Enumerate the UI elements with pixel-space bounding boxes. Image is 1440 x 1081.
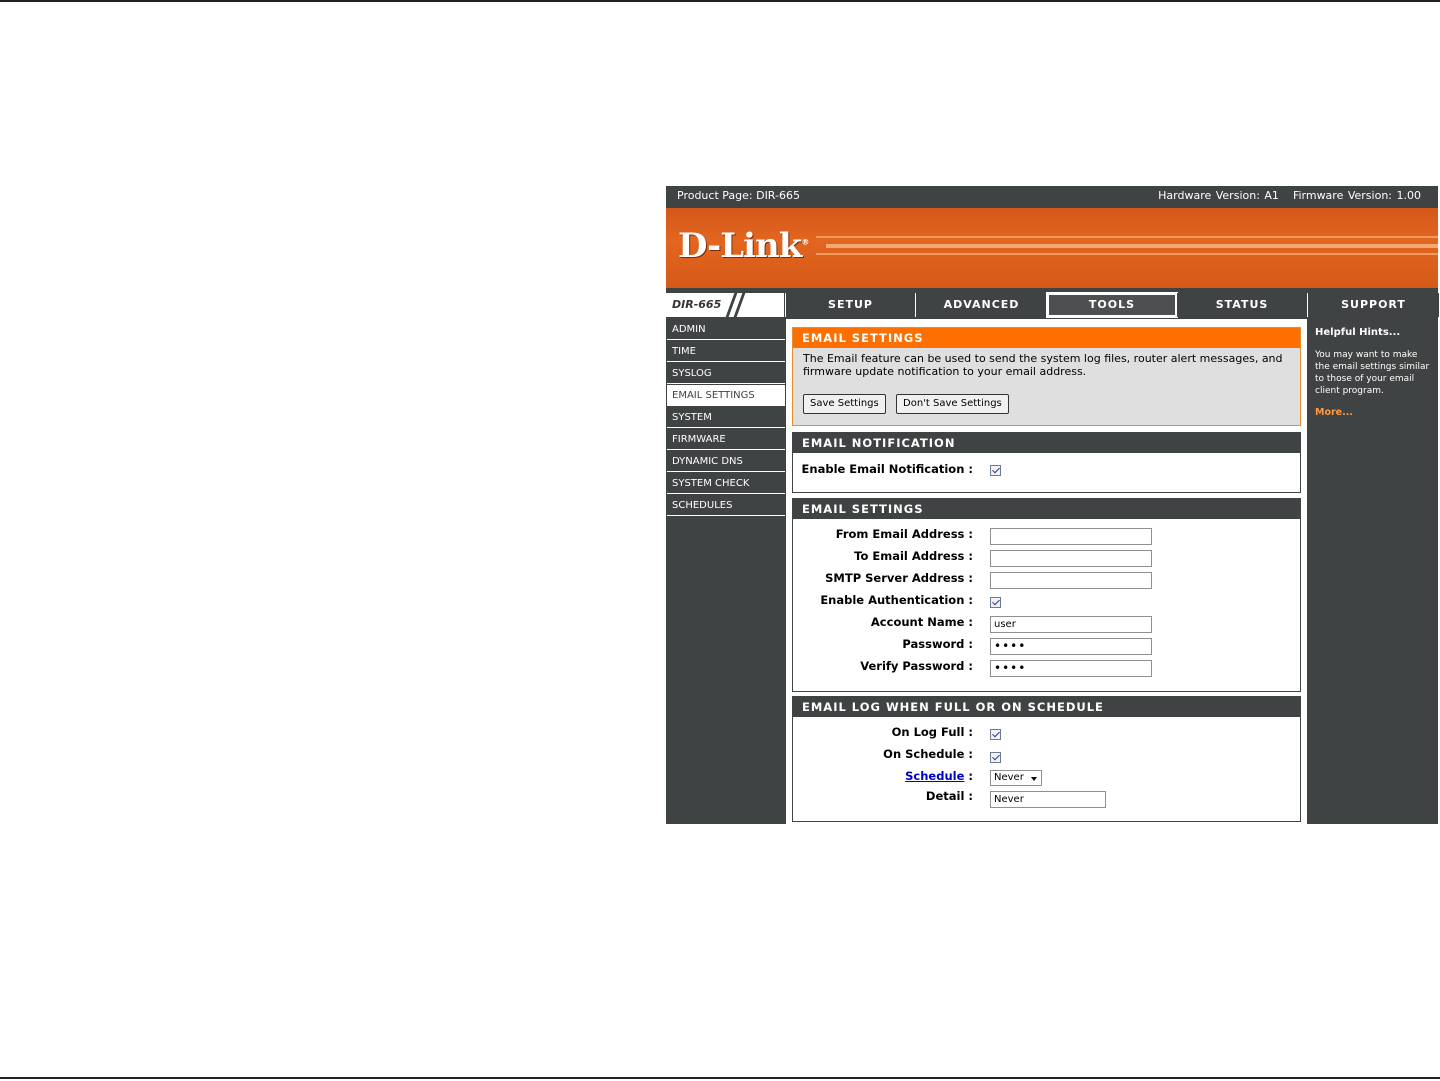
- on-schedule-label: On Schedule :: [883, 747, 973, 761]
- email-log-panel: EMAIL LOG WHEN FULL OR ON SCHEDULE On Lo…: [792, 696, 1301, 822]
- password-input[interactable]: ••••: [990, 638, 1152, 655]
- verify-password-label: Verify Password :: [860, 659, 973, 673]
- main-tabs: DIR-665 SETUP ADVANCED TOOLS STATUS SUPP…: [666, 291, 1439, 319]
- schedule-colon: :: [968, 769, 973, 783]
- account-name-label: Account Name :: [870, 615, 973, 629]
- notification-title: EMAIL NOTIFICATION: [793, 433, 1300, 453]
- product-page-label: Product Page: DIR-665: [677, 189, 800, 202]
- sidebar-item-system-check[interactable]: SYSTEM CHECK: [667, 473, 785, 494]
- model-label: DIR-665: [672, 298, 722, 311]
- dont-save-settings-button[interactable]: Don't Save Settings: [896, 394, 1009, 414]
- on-schedule-checkbox[interactable]: [990, 752, 1001, 763]
- sidebar-item-system[interactable]: SYSTEM: [667, 407, 785, 428]
- enable-authentication-label: Enable Authentication :: [820, 593, 973, 607]
- helpful-hints: Helpful Hints... You may want to make th…: [1308, 319, 1438, 824]
- brand-banner: D-Link®: [666, 208, 1438, 288]
- intro-description: The Email feature can be used to send th…: [803, 352, 1283, 378]
- schedule-select[interactable]: Never: [990, 770, 1042, 786]
- schedule-label: Schedule :: [793, 769, 973, 783]
- tab-status[interactable]: STATUS: [1176, 293, 1307, 317]
- sidebar-item-email-settings[interactable]: EMAIL SETTINGS: [667, 385, 785, 406]
- on-log-full-checkbox[interactable]: [990, 729, 1001, 740]
- dlink-logo: D-Link®: [678, 226, 810, 266]
- top-rule: [0, 0, 1440, 2]
- hints-text: You may want to make the email settings …: [1315, 350, 1430, 396]
- enable-notification-checkbox[interactable]: [990, 465, 1001, 476]
- verify-password-input[interactable]: ••••: [990, 660, 1152, 677]
- sidebar-item-syslog[interactable]: SYSLOG: [667, 363, 785, 384]
- smtp-server-input[interactable]: [990, 572, 1152, 589]
- more-link[interactable]: More...: [1315, 407, 1353, 418]
- to-email-input[interactable]: [990, 550, 1152, 567]
- detail-label: Detail :: [925, 789, 973, 803]
- banner-stripe: [826, 244, 1438, 248]
- hints-title: Helpful Hints...: [1315, 327, 1401, 338]
- sidebar: ADMIN TIME SYSLOG EMAIL SETTINGS SYSTEM …: [666, 319, 786, 517]
- top-info-bar: Product Page: DIR-665 Hardware Version: …: [666, 186, 1438, 206]
- model-badge: DIR-665: [666, 293, 784, 317]
- bottom-rule: [0, 1077, 1440, 1079]
- settings-title: EMAIL SETTINGS: [793, 499, 1300, 519]
- schedule-select-value: Never: [994, 772, 1024, 783]
- log-title: EMAIL LOG WHEN FULL OR ON SCHEDULE: [793, 697, 1300, 717]
- detail-input: Never: [990, 791, 1106, 808]
- on-log-full-label: On Log Full :: [891, 725, 973, 739]
- tab-advanced[interactable]: ADVANCED: [915, 293, 1047, 317]
- from-email-input[interactable]: [990, 528, 1152, 545]
- sidebar-item-admin[interactable]: ADMIN: [667, 319, 785, 340]
- email-notification-panel: EMAIL NOTIFICATION Enable Email Notifica…: [792, 432, 1301, 493]
- sidebar-item-schedules[interactable]: SCHEDULES: [667, 495, 785, 516]
- banner-stripe: [816, 236, 1438, 238]
- sidebar-item-time[interactable]: TIME: [667, 341, 785, 362]
- enable-authentication-checkbox[interactable]: [990, 597, 1001, 608]
- firmware-version: Firmware Version: 1.00: [1292, 189, 1421, 202]
- main-content: EMAIL SETTINGS The Email feature can be …: [786, 319, 1307, 824]
- save-settings-button[interactable]: Save Settings: [803, 394, 886, 414]
- sidebar-item-firmware[interactable]: FIRMWARE: [667, 429, 785, 450]
- email-settings-panel: EMAIL SETTINGS From Email Address : To E…: [792, 498, 1301, 692]
- intro-panel: EMAIL SETTINGS The Email feature can be …: [792, 327, 1301, 426]
- banner-stripe: [816, 253, 1438, 255]
- version-info: Hardware Version: A1 Firmware Version: 1.…: [1158, 186, 1421, 206]
- hardware-version: Hardware Version: A1: [1158, 189, 1279, 202]
- from-email-label: From Email Address :: [835, 527, 973, 541]
- smtp-server-label: SMTP Server Address :: [825, 571, 973, 585]
- account-name-input[interactable]: user: [990, 616, 1152, 633]
- tab-tools[interactable]: TOOLS: [1046, 292, 1178, 318]
- to-email-label: To Email Address :: [854, 549, 973, 563]
- chevron-down-icon: [1031, 777, 1037, 781]
- schedule-link[interactable]: Schedule: [905, 769, 964, 783]
- password-label: Password :: [902, 637, 973, 651]
- tab-support[interactable]: SUPPORT: [1307, 293, 1439, 317]
- router-ui: Product Page: DIR-665 Hardware Version: …: [666, 186, 1439, 824]
- enable-notification-label: Enable Email Notification :: [801, 462, 973, 476]
- tab-setup[interactable]: SETUP: [785, 293, 915, 317]
- intro-title: EMAIL SETTINGS: [793, 328, 1300, 348]
- sidebar-item-dynamic-dns[interactable]: DYNAMIC DNS: [667, 451, 785, 472]
